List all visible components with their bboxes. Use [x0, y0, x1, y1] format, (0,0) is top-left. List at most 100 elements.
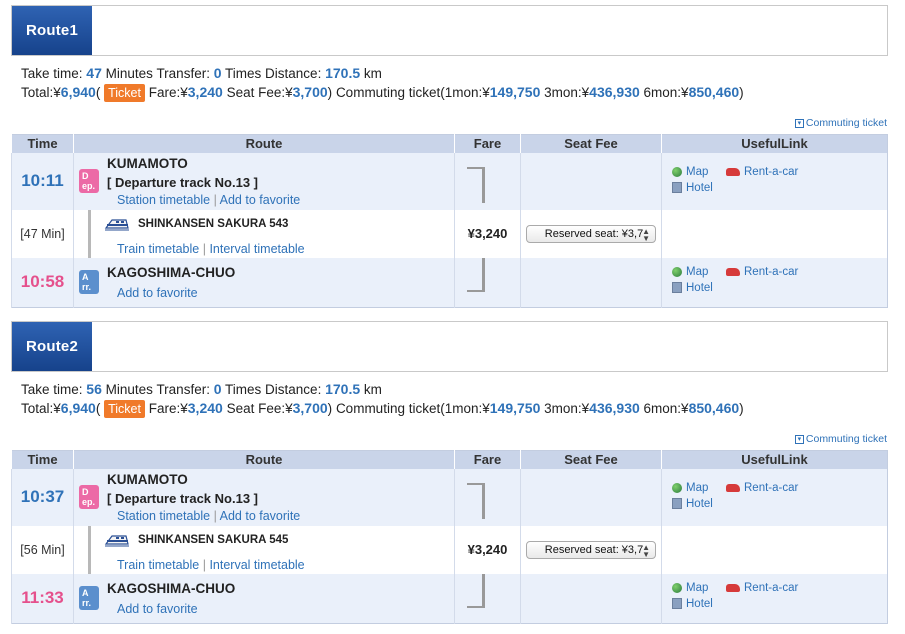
- arrival-icon: Arr.: [79, 585, 99, 610]
- arrival-station[interactable]: KAGOSHIMA-CHUO: [107, 581, 235, 596]
- arrival-icon: Arr.: [79, 269, 99, 294]
- map-link[interactable]: Map: [672, 582, 708, 594]
- summary-line-1: Take time: 47 Minutes Transfer: 0 Times …: [21, 65, 382, 81]
- commute-6mon-value: 850,460: [688, 400, 740, 416]
- departure-icon: Dep.: [79, 168, 99, 193]
- col-time: Time: [11, 134, 74, 153]
- col-fare: Fare: [454, 450, 521, 469]
- route-header: Route1: [11, 5, 888, 56]
- seat-fee-select[interactable]: Reserved seat: ¥3,7 ▲ ▼: [526, 540, 656, 559]
- car-icon: [726, 267, 740, 276]
- train-timetable-link[interactable]: Train timetable: [117, 558, 199, 572]
- station-timetable-link[interactable]: Station timetable: [117, 509, 210, 523]
- commuting-ticket-link[interactable]: ▾ Commuting ticket: [794, 117, 887, 129]
- route-summary: Take time: 56 Minutes Transfer: 0 Times …: [11, 380, 888, 418]
- select-arrows-icon: ▲ ▼: [642, 542, 650, 559]
- summary-line-2: Total:¥6,940( Ticket Fare:¥3,240 Seat Fe…: [21, 400, 744, 418]
- leg-fare: ¥3,240: [454, 525, 521, 574]
- fare-bracket: [467, 257, 485, 292]
- train-timetable-link[interactable]: Train timetable: [117, 242, 199, 256]
- hotel-icon: [672, 182, 682, 193]
- commute-3mon-value: 436,930: [589, 84, 640, 100]
- fare-value: 3,240: [187, 84, 223, 100]
- total-value: 6,940: [60, 400, 96, 416]
- route-line: [88, 525, 91, 574]
- hotel-link[interactable]: Hotel: [672, 182, 713, 194]
- departure-station[interactable]: KUMAMOTO: [107, 156, 188, 171]
- take-time-value: 47: [86, 65, 102, 81]
- add-to-favorite-link[interactable]: Add to favorite: [117, 286, 198, 300]
- commute-3mon-value: 436,930: [589, 400, 640, 416]
- leg-fare: ¥3,240: [454, 209, 521, 258]
- total-value: 6,940: [60, 84, 96, 100]
- ticket-button[interactable]: Ticket: [104, 400, 145, 418]
- commute-1mon-value: 149,750: [489, 84, 541, 100]
- commuting-ticket-link[interactable]: ▾ Commuting ticket: [794, 433, 887, 445]
- route-summary: Take time: 47 Minutes Transfer: 0 Times …: [11, 64, 888, 102]
- departure-time: 10:37: [11, 468, 74, 526]
- summary-line-1: Take time: 56 Minutes Transfer: 0 Times …: [21, 381, 382, 397]
- ticket-button[interactable]: Ticket: [104, 84, 145, 102]
- add-to-favorite-link[interactable]: Add to favorite: [220, 509, 301, 523]
- arrival-row: 11:33 Arr. KAGOSHIMA-CHUO Add to favorit…: [11, 573, 888, 624]
- shinkansen-icon: [104, 534, 129, 546]
- arrival-station[interactable]: KAGOSHIMA-CHUO: [107, 265, 235, 280]
- rent-a-car-link[interactable]: Rent-a-car: [726, 582, 798, 594]
- station-links: Station timetable | Add to favorite: [117, 192, 301, 207]
- col-seat-fee: Seat Fee: [520, 134, 662, 153]
- leg-duration: [47 Min]: [11, 209, 74, 258]
- chevron-down-icon: ▾: [794, 434, 804, 444]
- col-route: Route: [73, 134, 455, 153]
- globe-icon: [672, 266, 682, 277]
- col-route: Route: [73, 450, 455, 469]
- route-title: Route2: [12, 322, 92, 371]
- train-name: SHINKANSEN SAKURA 545: [138, 533, 289, 546]
- globe-icon: [672, 166, 682, 177]
- chevron-down-icon: ▾: [794, 118, 804, 128]
- hotel-link[interactable]: Hotel: [672, 282, 713, 294]
- map-link[interactable]: Map: [672, 482, 708, 494]
- transfer-value: 0: [213, 381, 222, 397]
- map-link[interactable]: Map: [672, 166, 708, 178]
- hotel-icon: [672, 498, 682, 509]
- distance-value: 170.5: [325, 65, 361, 81]
- arrival-row: 10:58 Arr. KAGOSHIMA-CHUO Add to favorit…: [11, 257, 888, 308]
- col-useful-link: UsefulLink: [661, 134, 888, 153]
- departure-time: 10:11: [11, 152, 74, 210]
- select-arrows-icon: ▲ ▼: [642, 226, 650, 243]
- arrival-links: Add to favorite: [117, 286, 198, 300]
- add-to-favorite-link[interactable]: Add to favorite: [117, 602, 198, 616]
- seat-fee-value: 3,700: [292, 400, 328, 416]
- hotel-icon: [672, 282, 682, 293]
- rent-a-car-link[interactable]: Rent-a-car: [726, 166, 798, 178]
- fare-value: 3,240: [187, 400, 223, 416]
- train-row: [47 Min] SHINKANSEN SAKURA 543 Train tim…: [11, 209, 888, 258]
- arrival-time: 11:33: [11, 573, 74, 624]
- station-links: Station timetable | Add to favorite: [117, 508, 301, 523]
- hotel-link[interactable]: Hotel: [672, 498, 713, 510]
- summary-line-2: Total:¥6,940( Ticket Fare:¥3,240 Seat Fe…: [21, 84, 744, 102]
- commute-6mon-value: 850,460: [688, 84, 740, 100]
- route-title: Route1: [12, 6, 92, 55]
- station-timetable-link[interactable]: Station timetable: [117, 193, 210, 207]
- add-to-favorite-link[interactable]: Add to favorite: [220, 193, 301, 207]
- route-table: Time Route Fare Seat Fee UsefulLink 10:1…: [11, 134, 888, 308]
- departure-icon: Dep.: [79, 484, 99, 509]
- rent-a-car-link[interactable]: Rent-a-car: [726, 482, 798, 494]
- train-row: [56 Min] SHINKANSEN SAKURA 545 Train tim…: [11, 525, 888, 574]
- interval-timetable-link[interactable]: Interval timetable: [209, 242, 304, 256]
- seat-fee-select[interactable]: Reserved seat: ¥3,7 ▲ ▼: [526, 224, 656, 243]
- arrival-time: 10:58: [11, 257, 74, 308]
- fare-bracket: [467, 573, 485, 608]
- hotel-link[interactable]: Hotel: [672, 598, 713, 610]
- car-icon: [726, 167, 740, 176]
- rent-a-car-link[interactable]: Rent-a-car: [726, 266, 798, 278]
- fare-bracket: [467, 482, 485, 519]
- interval-timetable-link[interactable]: Interval timetable: [209, 558, 304, 572]
- route-line: [88, 209, 91, 258]
- arrival-links: Add to favorite: [117, 602, 198, 616]
- departure-station[interactable]: KUMAMOTO: [107, 472, 188, 487]
- map-link[interactable]: Map: [672, 266, 708, 278]
- departure-row: 10:37 Dep. KUMAMOTO [ Departure track No…: [11, 468, 888, 526]
- route-header: Route2: [11, 321, 888, 372]
